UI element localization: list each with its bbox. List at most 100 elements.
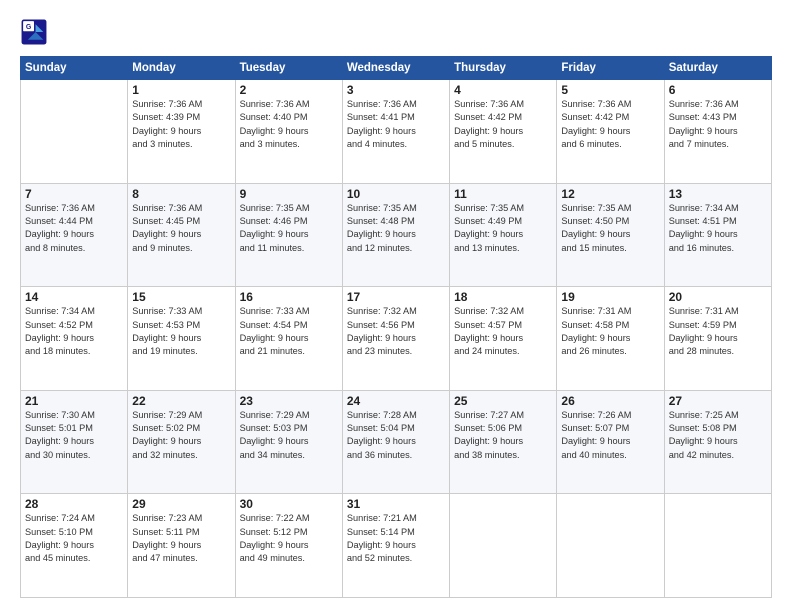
weekday-header-wednesday: Wednesday <box>342 57 449 80</box>
day-number: 29 <box>132 497 230 511</box>
weekday-header-saturday: Saturday <box>664 57 771 80</box>
calendar-cell: 3Sunrise: 7:36 AM Sunset: 4:41 PM Daylig… <box>342 80 449 184</box>
calendar-cell: 29Sunrise: 7:23 AM Sunset: 5:11 PM Dayli… <box>128 494 235 598</box>
day-number: 21 <box>25 394 123 408</box>
day-info: Sunrise: 7:36 AM Sunset: 4:41 PM Dayligh… <box>347 98 445 151</box>
day-info: Sunrise: 7:35 AM Sunset: 4:46 PM Dayligh… <box>240 202 338 255</box>
day-info: Sunrise: 7:26 AM Sunset: 5:07 PM Dayligh… <box>561 409 659 462</box>
day-number: 20 <box>669 290 767 304</box>
day-info: Sunrise: 7:21 AM Sunset: 5:14 PM Dayligh… <box>347 512 445 565</box>
day-number: 14 <box>25 290 123 304</box>
day-number: 25 <box>454 394 552 408</box>
calendar-cell <box>557 494 664 598</box>
day-number: 19 <box>561 290 659 304</box>
day-info: Sunrise: 7:22 AM Sunset: 5:12 PM Dayligh… <box>240 512 338 565</box>
day-number: 8 <box>132 187 230 201</box>
calendar-cell <box>450 494 557 598</box>
calendar-cell: 14Sunrise: 7:34 AM Sunset: 4:52 PM Dayli… <box>21 287 128 391</box>
calendar-cell: 23Sunrise: 7:29 AM Sunset: 5:03 PM Dayli… <box>235 390 342 494</box>
day-info: Sunrise: 7:29 AM Sunset: 5:03 PM Dayligh… <box>240 409 338 462</box>
calendar-cell: 2Sunrise: 7:36 AM Sunset: 4:40 PM Daylig… <box>235 80 342 184</box>
day-number: 3 <box>347 83 445 97</box>
day-info: Sunrise: 7:35 AM Sunset: 4:50 PM Dayligh… <box>561 202 659 255</box>
calendar-cell: 17Sunrise: 7:32 AM Sunset: 4:56 PM Dayli… <box>342 287 449 391</box>
day-info: Sunrise: 7:32 AM Sunset: 4:56 PM Dayligh… <box>347 305 445 358</box>
calendar-week-row: 7Sunrise: 7:36 AM Sunset: 4:44 PM Daylig… <box>21 183 772 287</box>
day-info: Sunrise: 7:32 AM Sunset: 4:57 PM Dayligh… <box>454 305 552 358</box>
svg-text:G: G <box>26 24 32 31</box>
calendar-cell <box>21 80 128 184</box>
calendar-table: SundayMondayTuesdayWednesdayThursdayFrid… <box>20 56 772 598</box>
day-number: 1 <box>132 83 230 97</box>
day-number: 4 <box>454 83 552 97</box>
day-number: 9 <box>240 187 338 201</box>
calendar-cell: 25Sunrise: 7:27 AM Sunset: 5:06 PM Dayli… <box>450 390 557 494</box>
day-info: Sunrise: 7:34 AM Sunset: 4:51 PM Dayligh… <box>669 202 767 255</box>
logo: G <box>20 18 52 46</box>
calendar-page: G SundayMondayTuesdayWednesdayThursdayFr… <box>0 0 792 612</box>
calendar-cell: 15Sunrise: 7:33 AM Sunset: 4:53 PM Dayli… <box>128 287 235 391</box>
day-info: Sunrise: 7:29 AM Sunset: 5:02 PM Dayligh… <box>132 409 230 462</box>
day-info: Sunrise: 7:36 AM Sunset: 4:43 PM Dayligh… <box>669 98 767 151</box>
day-info: Sunrise: 7:23 AM Sunset: 5:11 PM Dayligh… <box>132 512 230 565</box>
day-info: Sunrise: 7:31 AM Sunset: 4:58 PM Dayligh… <box>561 305 659 358</box>
day-info: Sunrise: 7:25 AM Sunset: 5:08 PM Dayligh… <box>669 409 767 462</box>
day-info: Sunrise: 7:33 AM Sunset: 4:54 PM Dayligh… <box>240 305 338 358</box>
day-number: 10 <box>347 187 445 201</box>
header: G <box>20 18 772 46</box>
day-number: 28 <box>25 497 123 511</box>
calendar-cell: 4Sunrise: 7:36 AM Sunset: 4:42 PM Daylig… <box>450 80 557 184</box>
calendar-week-row: 28Sunrise: 7:24 AM Sunset: 5:10 PM Dayli… <box>21 494 772 598</box>
day-info: Sunrise: 7:28 AM Sunset: 5:04 PM Dayligh… <box>347 409 445 462</box>
calendar-cell: 27Sunrise: 7:25 AM Sunset: 5:08 PM Dayli… <box>664 390 771 494</box>
day-info: Sunrise: 7:30 AM Sunset: 5:01 PM Dayligh… <box>25 409 123 462</box>
calendar-cell: 30Sunrise: 7:22 AM Sunset: 5:12 PM Dayli… <box>235 494 342 598</box>
day-info: Sunrise: 7:35 AM Sunset: 4:49 PM Dayligh… <box>454 202 552 255</box>
day-info: Sunrise: 7:36 AM Sunset: 4:44 PM Dayligh… <box>25 202 123 255</box>
calendar-week-row: 21Sunrise: 7:30 AM Sunset: 5:01 PM Dayli… <box>21 390 772 494</box>
calendar-cell: 31Sunrise: 7:21 AM Sunset: 5:14 PM Dayli… <box>342 494 449 598</box>
day-info: Sunrise: 7:36 AM Sunset: 4:45 PM Dayligh… <box>132 202 230 255</box>
day-number: 23 <box>240 394 338 408</box>
weekday-header-tuesday: Tuesday <box>235 57 342 80</box>
day-info: Sunrise: 7:35 AM Sunset: 4:48 PM Dayligh… <box>347 202 445 255</box>
calendar-cell: 20Sunrise: 7:31 AM Sunset: 4:59 PM Dayli… <box>664 287 771 391</box>
weekday-header-sunday: Sunday <box>21 57 128 80</box>
calendar-week-row: 14Sunrise: 7:34 AM Sunset: 4:52 PM Dayli… <box>21 287 772 391</box>
day-info: Sunrise: 7:34 AM Sunset: 4:52 PM Dayligh… <box>25 305 123 358</box>
weekday-header-monday: Monday <box>128 57 235 80</box>
weekday-header-row: SundayMondayTuesdayWednesdayThursdayFrid… <box>21 57 772 80</box>
calendar-cell: 24Sunrise: 7:28 AM Sunset: 5:04 PM Dayli… <box>342 390 449 494</box>
calendar-cell: 12Sunrise: 7:35 AM Sunset: 4:50 PM Dayli… <box>557 183 664 287</box>
logo-icon: G <box>20 18 48 46</box>
calendar-cell <box>664 494 771 598</box>
day-number: 15 <box>132 290 230 304</box>
day-number: 5 <box>561 83 659 97</box>
day-info: Sunrise: 7:31 AM Sunset: 4:59 PM Dayligh… <box>669 305 767 358</box>
day-info: Sunrise: 7:33 AM Sunset: 4:53 PM Dayligh… <box>132 305 230 358</box>
calendar-cell: 8Sunrise: 7:36 AM Sunset: 4:45 PM Daylig… <box>128 183 235 287</box>
calendar-cell: 7Sunrise: 7:36 AM Sunset: 4:44 PM Daylig… <box>21 183 128 287</box>
calendar-cell: 5Sunrise: 7:36 AM Sunset: 4:42 PM Daylig… <box>557 80 664 184</box>
calendar-cell: 9Sunrise: 7:35 AM Sunset: 4:46 PM Daylig… <box>235 183 342 287</box>
day-number: 22 <box>132 394 230 408</box>
day-number: 27 <box>669 394 767 408</box>
day-info: Sunrise: 7:24 AM Sunset: 5:10 PM Dayligh… <box>25 512 123 565</box>
calendar-cell: 16Sunrise: 7:33 AM Sunset: 4:54 PM Dayli… <box>235 287 342 391</box>
day-number: 30 <box>240 497 338 511</box>
day-number: 13 <box>669 187 767 201</box>
day-info: Sunrise: 7:36 AM Sunset: 4:39 PM Dayligh… <box>132 98 230 151</box>
calendar-cell: 28Sunrise: 7:24 AM Sunset: 5:10 PM Dayli… <box>21 494 128 598</box>
day-number: 24 <box>347 394 445 408</box>
day-number: 2 <box>240 83 338 97</box>
day-number: 7 <box>25 187 123 201</box>
calendar-cell: 11Sunrise: 7:35 AM Sunset: 4:49 PM Dayli… <box>450 183 557 287</box>
calendar-cell: 22Sunrise: 7:29 AM Sunset: 5:02 PM Dayli… <box>128 390 235 494</box>
calendar-cell: 19Sunrise: 7:31 AM Sunset: 4:58 PM Dayli… <box>557 287 664 391</box>
calendar-cell: 18Sunrise: 7:32 AM Sunset: 4:57 PM Dayli… <box>450 287 557 391</box>
day-number: 6 <box>669 83 767 97</box>
day-number: 16 <box>240 290 338 304</box>
day-number: 12 <box>561 187 659 201</box>
day-info: Sunrise: 7:36 AM Sunset: 4:42 PM Dayligh… <box>561 98 659 151</box>
calendar-cell: 26Sunrise: 7:26 AM Sunset: 5:07 PM Dayli… <box>557 390 664 494</box>
